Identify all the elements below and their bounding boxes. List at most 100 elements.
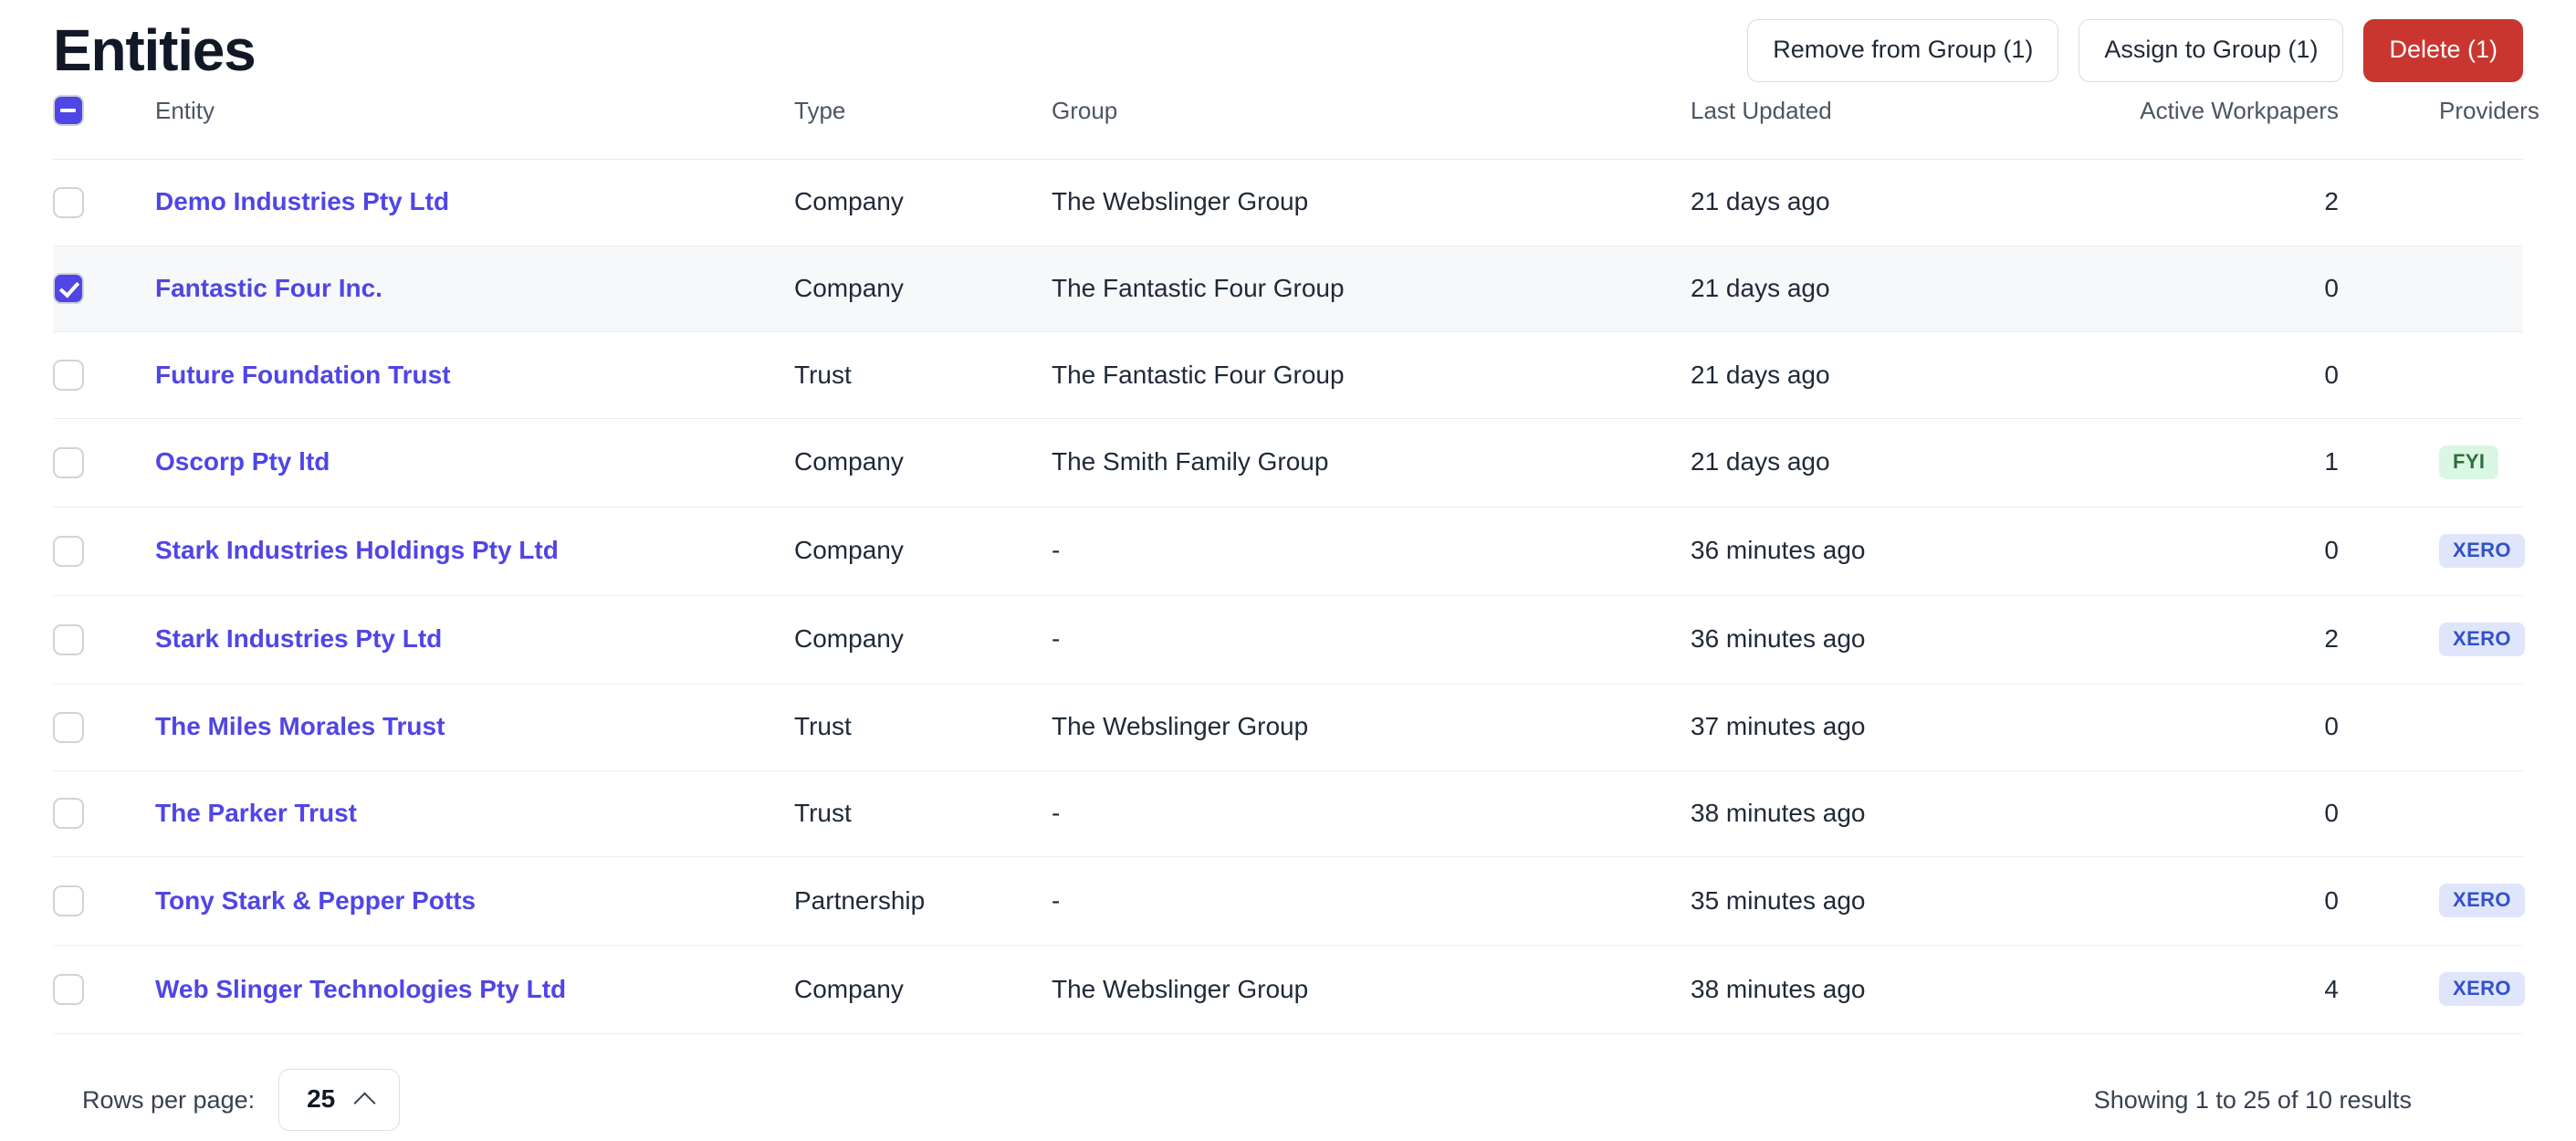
page-title: Entities <box>53 17 257 83</box>
cell-last-updated: 36 minutes ago <box>1691 624 1866 654</box>
entities-page: Entities Remove from Group (1) Assign to… <box>0 0 2576 1141</box>
cell-providers <box>2439 684 2523 770</box>
row-checkbox[interactable] <box>53 623 84 655</box>
row-select-cell <box>53 857 155 946</box>
entity-link[interactable]: Future Foundation Trust <box>155 361 451 389</box>
cell-providers: XERO <box>2439 946 2525 1034</box>
cell-active-workpapers: 0 <box>2324 798 2339 827</box>
cell-entity: Web Slinger Technologies Pty Ltd <box>155 946 794 1034</box>
cell-group: The Webslinger Group <box>1052 974 1309 1003</box>
entities-table: Entity Type Group Last Updated Active Wo… <box>53 95 2539 1034</box>
column-header-providers[interactable]: Providers <box>2439 95 2539 160</box>
column-header-active-workpapers[interactable]: Active Workpapers <box>2138 95 2439 160</box>
cell-active-workpapers: 1 <box>2324 447 2339 476</box>
entity-link[interactable]: Fantastic Four Inc. <box>155 274 382 302</box>
table-row[interactable]: Stark Industries Pty Ltd Company - 36 minut… <box>53 595 2525 685</box>
entity-link[interactable]: Stark Industries Pty Ltd <box>155 624 442 653</box>
select-all-cell <box>53 95 155 160</box>
row-select-cell <box>53 946 155 1034</box>
cell-type: Trust <box>794 712 852 741</box>
cell-active-workpapers: 4 <box>2324 974 2339 1003</box>
entity-link[interactable]: The Miles Morales Trust <box>155 712 445 740</box>
column-header-type[interactable]: Type <box>794 95 1052 160</box>
entity-link[interactable]: Tony Stark & Pepper Potts <box>155 886 476 915</box>
row-select-cell <box>53 246 155 332</box>
table-row[interactable]: Demo Industries Pty Ltd Company The Websli… <box>53 160 2523 246</box>
cell-providers: XERO <box>2439 595 2525 684</box>
row-checkbox[interactable] <box>53 535 84 567</box>
cell-group: The Fantastic Four Group <box>1052 360 1345 389</box>
row-select-cell <box>53 160 155 246</box>
cell-active-workpapers: 0 <box>2324 712 2339 741</box>
column-header-last-updated[interactable]: Last Updated <box>1691 95 2138 160</box>
provider-badge: FYI <box>2439 445 2499 479</box>
cell-active-workpapers: 0 <box>2324 885 2339 915</box>
column-header-group[interactable]: Group <box>1052 95 1691 160</box>
cell-group: - <box>1052 536 1061 565</box>
column-header-entity[interactable]: Entity <box>155 95 794 160</box>
select-all-checkbox[interactable] <box>53 95 84 127</box>
cell-entity: The Miles Morales Trust <box>155 684 794 770</box>
cell-providers <box>2439 246 2523 332</box>
assign-to-group-button[interactable]: Assign to Group (1) <box>2079 18 2344 82</box>
cell-type: Trust <box>794 798 852 827</box>
table-row[interactable]: Oscorp Pty ltd Company The Smith Family Gr… <box>53 418 2523 508</box>
rows-per-page-select[interactable]: 25 <box>278 1069 401 1132</box>
row-checkbox[interactable] <box>53 973 84 1005</box>
cell-active-workpapers: 0 <box>2324 274 2339 303</box>
delete-button[interactable]: Delete (1) <box>2363 18 2523 82</box>
cell-providers <box>2439 332 2523 419</box>
cell-last-updated: 21 days ago <box>1691 447 1830 476</box>
row-checkbox[interactable] <box>53 885 84 916</box>
table-row[interactable]: The Parker Trust Trust - 38 minutes ago 0 <box>53 770 2523 857</box>
cell-last-updated: 38 minutes ago <box>1691 798 1866 827</box>
table-row[interactable]: Tony Stark & Pepper Potts Partnership - 35 … <box>53 857 2525 946</box>
table-row[interactable]: Web Slinger Technologies Pty Ltd Company T… <box>53 946 2525 1034</box>
table-row[interactable]: Fantastic Four Inc. Company The Fantastic … <box>53 246 2523 332</box>
cell-last-updated: 21 days ago <box>1691 360 1830 389</box>
table-row[interactable]: Stark Industries Holdings Pty Ltd Company… <box>53 507 2525 596</box>
cell-type: Trust <box>794 360 852 389</box>
row-select-cell <box>53 332 155 419</box>
entity-link[interactable]: Stark Industries Holdings Pty Ltd <box>155 536 559 564</box>
cell-group: - <box>1052 798 1061 827</box>
cell-type: Company <box>794 274 904 303</box>
row-checkbox[interactable] <box>53 711 84 743</box>
row-select-cell <box>53 684 155 770</box>
page-header: Entities Remove from Group (1) Assign to… <box>53 0 2523 95</box>
entity-link[interactable]: The Parker Trust <box>155 799 357 827</box>
row-select-cell <box>53 418 155 507</box>
row-checkbox[interactable] <box>53 273 84 305</box>
rows-per-page-label: Rows per page: <box>82 1085 256 1114</box>
row-checkbox[interactable] <box>53 446 84 478</box>
cell-last-updated: 21 days ago <box>1691 274 1830 303</box>
row-select-cell <box>53 770 155 857</box>
table-header: Entity Type Group Last Updated Active Wo… <box>53 95 2539 160</box>
cell-type: Company <box>794 624 904 654</box>
provider-badge: XERO <box>2439 972 2525 1007</box>
rows-per-page-control: Rows per page: 25 <box>53 1069 401 1132</box>
cell-group: The Webslinger Group <box>1052 187 1309 216</box>
cell-entity: Stark Industries Pty Ltd <box>155 595 794 684</box>
results-summary: Showing 1 to 25 of 10 results <box>2093 1085 2412 1114</box>
cell-providers <box>2439 160 2523 246</box>
entity-link[interactable]: Demo Industries Pty Ltd <box>155 187 449 215</box>
row-checkbox[interactable] <box>53 359 84 391</box>
cell-type: Partnership <box>794 885 926 915</box>
chevron-up-icon <box>355 1089 375 1109</box>
cell-type: Company <box>794 447 904 476</box>
remove-from-group-button[interactable]: Remove from Group (1) <box>1747 18 2059 82</box>
cell-last-updated: 35 minutes ago <box>1691 885 1866 915</box>
cell-type: Company <box>794 974 904 1003</box>
row-checkbox[interactable] <box>53 186 84 218</box>
rows-per-page-value: 25 <box>307 1084 336 1114</box>
entity-link[interactable]: Oscorp Pty ltd <box>155 447 330 476</box>
table-row[interactable]: The Miles Morales Trust Trust The Websling… <box>53 684 2523 771</box>
cell-providers: FYI <box>2439 418 2523 507</box>
table-row[interactable]: Future Foundation Trust Trust The Fantasti… <box>53 332 2523 419</box>
row-checkbox[interactable] <box>53 798 84 830</box>
row-select-cell <box>53 595 155 684</box>
entity-link[interactable]: Web Slinger Technologies Pty Ltd <box>155 975 566 1003</box>
provider-badge: XERO <box>2439 622 2525 656</box>
cell-active-workpapers: 0 <box>2324 360 2339 389</box>
